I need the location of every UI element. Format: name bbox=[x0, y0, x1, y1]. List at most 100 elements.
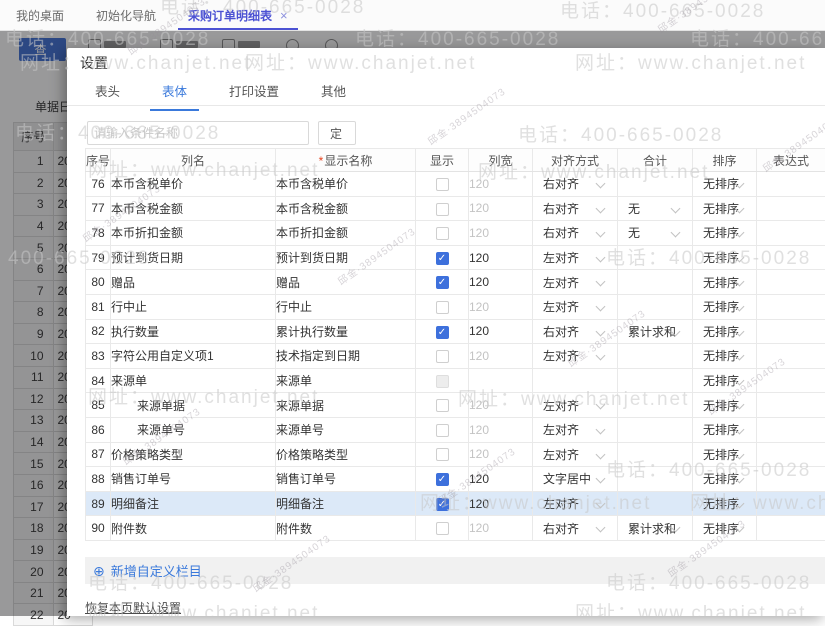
show-checkbox[interactable] bbox=[436, 399, 449, 412]
expression-cell[interactable] bbox=[757, 442, 825, 467]
total-select[interactable]: 累计求和 bbox=[618, 319, 693, 344]
align-select[interactable]: 右对齐 bbox=[533, 196, 618, 221]
tab-my-desktop[interactable]: 我的桌面 bbox=[0, 0, 80, 30]
expression-cell[interactable] bbox=[757, 491, 825, 516]
expression-cell[interactable] bbox=[757, 196, 825, 221]
table-row[interactable]: 84 来源单 来源单 无排序 bbox=[86, 368, 825, 393]
show-checkbox[interactable] bbox=[436, 350, 449, 363]
expression-cell[interactable] bbox=[757, 467, 825, 492]
align-select[interactable]: 左对齐 bbox=[533, 442, 618, 467]
sort-select[interactable]: 无排序 bbox=[693, 245, 757, 270]
sort-select[interactable]: 无排序 bbox=[693, 172, 757, 197]
show-checkbox[interactable] bbox=[436, 522, 449, 535]
display-name-cell[interactable]: 明细备注 bbox=[276, 491, 416, 516]
search-input[interactable] bbox=[87, 121, 309, 145]
show-checkbox[interactable] bbox=[436, 227, 449, 240]
column-width-input[interactable]: 120 bbox=[469, 467, 533, 492]
table-row[interactable]: 85 来源单据 来源单据 120 左对齐 无排序 bbox=[86, 393, 825, 418]
total-select[interactable] bbox=[618, 172, 693, 197]
display-name-cell[interactable]: 来源单号 bbox=[276, 417, 416, 442]
close-icon[interactable]: × bbox=[280, 8, 288, 23]
column-width-input[interactable]: 120 bbox=[469, 344, 533, 369]
sort-select[interactable]: 无排序 bbox=[693, 270, 757, 295]
sort-select[interactable]: 无排序 bbox=[693, 491, 757, 516]
show-checkbox[interactable] bbox=[436, 375, 449, 388]
align-select[interactable]: 左对齐 bbox=[533, 491, 618, 516]
sort-select[interactable]: 无排序 bbox=[693, 442, 757, 467]
display-name-cell[interactable]: 销售订单号 bbox=[276, 467, 416, 492]
table-row[interactable]: 78 本币折扣金额 本币折扣金额 120 右对齐 无 无排序 bbox=[86, 221, 825, 246]
align-select[interactable]: 右对齐 bbox=[533, 516, 618, 541]
expression-cell[interactable] bbox=[757, 245, 825, 270]
show-checkbox[interactable] bbox=[436, 301, 449, 314]
expression-cell[interactable] bbox=[757, 294, 825, 319]
table-row[interactable]: 87 价格策略类型 价格策略类型 120 左对齐 无排序 bbox=[86, 442, 825, 467]
tab-init-navigation[interactable]: 初始化导航 bbox=[80, 0, 172, 30]
sort-select[interactable]: 无排序 bbox=[693, 417, 757, 442]
total-select[interactable] bbox=[618, 442, 693, 467]
align-select[interactable]: 右对齐 bbox=[533, 319, 618, 344]
table-row[interactable]: 86 来源单号 来源单号 120 左对齐 无排序 bbox=[86, 417, 825, 442]
table-row[interactable]: 82 执行数量 累计执行数量 120 右对齐 累计求和 无排序 bbox=[86, 319, 825, 344]
table-row[interactable]: 88 销售订单号 销售订单号 120 文字居中 无排序 bbox=[86, 467, 825, 492]
align-select[interactable]: 左对齐 bbox=[533, 393, 618, 418]
display-name-cell[interactable]: 本币含税金额 bbox=[276, 196, 416, 221]
table-row[interactable]: 76 本币含税单价 本币含税单价 120 右对齐 无排序 bbox=[86, 172, 825, 197]
show-checkbox[interactable] bbox=[436, 252, 449, 265]
total-select[interactable] bbox=[618, 245, 693, 270]
expression-cell[interactable] bbox=[757, 393, 825, 418]
display-name-cell[interactable]: 行中止 bbox=[276, 294, 416, 319]
show-checkbox[interactable] bbox=[436, 473, 449, 486]
total-select[interactable] bbox=[618, 491, 693, 516]
align-select[interactable]: 文字居中 bbox=[533, 467, 618, 492]
total-select[interactable] bbox=[618, 393, 693, 418]
display-name-cell[interactable]: 来源单 bbox=[276, 368, 416, 393]
show-checkbox[interactable] bbox=[436, 326, 449, 339]
restore-defaults-link[interactable]: 恢复本页默认设置 bbox=[85, 599, 181, 616]
column-width-input[interactable]: 120 bbox=[469, 172, 533, 197]
total-select[interactable] bbox=[618, 270, 693, 295]
show-checkbox[interactable] bbox=[436, 498, 449, 511]
total-select[interactable] bbox=[618, 467, 693, 492]
align-select[interactable]: 右对齐 bbox=[533, 221, 618, 246]
tab-print-settings[interactable]: 打印设置 bbox=[229, 84, 279, 105]
total-select[interactable]: 无 bbox=[618, 196, 693, 221]
align-select[interactable]: 左对齐 bbox=[533, 245, 618, 270]
table-row[interactable]: 89 明细备注 明细备注 120 左对齐 无排序 bbox=[86, 491, 825, 516]
align-select[interactable]: 左对齐 bbox=[533, 270, 618, 295]
total-select[interactable] bbox=[618, 368, 693, 393]
tab-header-section[interactable]: 表头 bbox=[95, 84, 120, 105]
expression-cell[interactable] bbox=[757, 172, 825, 197]
table-row[interactable]: 77 本币含税金额 本币含税金额 120 右对齐 无 无排序 bbox=[86, 196, 825, 221]
sort-select[interactable]: 无排序 bbox=[693, 221, 757, 246]
sort-select[interactable]: 无排序 bbox=[693, 294, 757, 319]
table-row[interactable]: 83 字符公用自定义项1 技术指定到日期 120 左对齐 无排序 bbox=[86, 344, 825, 369]
column-width-input[interactable]: 120 bbox=[469, 442, 533, 467]
align-select[interactable]: 右对齐 bbox=[533, 172, 618, 197]
expression-cell[interactable] bbox=[757, 516, 825, 541]
sort-select[interactable]: 无排序 bbox=[693, 368, 757, 393]
display-name-cell[interactable]: 价格策略类型 bbox=[276, 442, 416, 467]
show-checkbox[interactable] bbox=[436, 276, 449, 289]
total-select[interactable] bbox=[618, 417, 693, 442]
display-name-cell[interactable]: 附件数 bbox=[276, 516, 416, 541]
align-select[interactable] bbox=[533, 368, 618, 393]
total-select[interactable] bbox=[618, 344, 693, 369]
display-name-cell[interactable]: 来源单据 bbox=[276, 393, 416, 418]
total-select[interactable] bbox=[618, 294, 693, 319]
align-select[interactable]: 左对齐 bbox=[533, 417, 618, 442]
show-checkbox[interactable] bbox=[436, 424, 449, 437]
sort-select[interactable]: 无排序 bbox=[693, 196, 757, 221]
locate-button[interactable]: 定位 bbox=[318, 121, 356, 145]
sort-select[interactable]: 无排序 bbox=[693, 393, 757, 418]
align-select[interactable]: 左对齐 bbox=[533, 344, 618, 369]
expression-cell[interactable] bbox=[757, 417, 825, 442]
column-width-input[interactable]: 120 bbox=[469, 196, 533, 221]
table-row[interactable]: 81 行中止 行中止 120 左对齐 无排序 bbox=[86, 294, 825, 319]
sort-select[interactable]: 无排序 bbox=[693, 467, 757, 492]
column-width-input[interactable]: 120 bbox=[469, 516, 533, 541]
expression-cell[interactable] bbox=[757, 368, 825, 393]
display-name-cell[interactable]: 本币折扣金额 bbox=[276, 221, 416, 246]
sort-select[interactable]: 无排序 bbox=[693, 516, 757, 541]
column-width-input[interactable]: 120 bbox=[469, 491, 533, 516]
